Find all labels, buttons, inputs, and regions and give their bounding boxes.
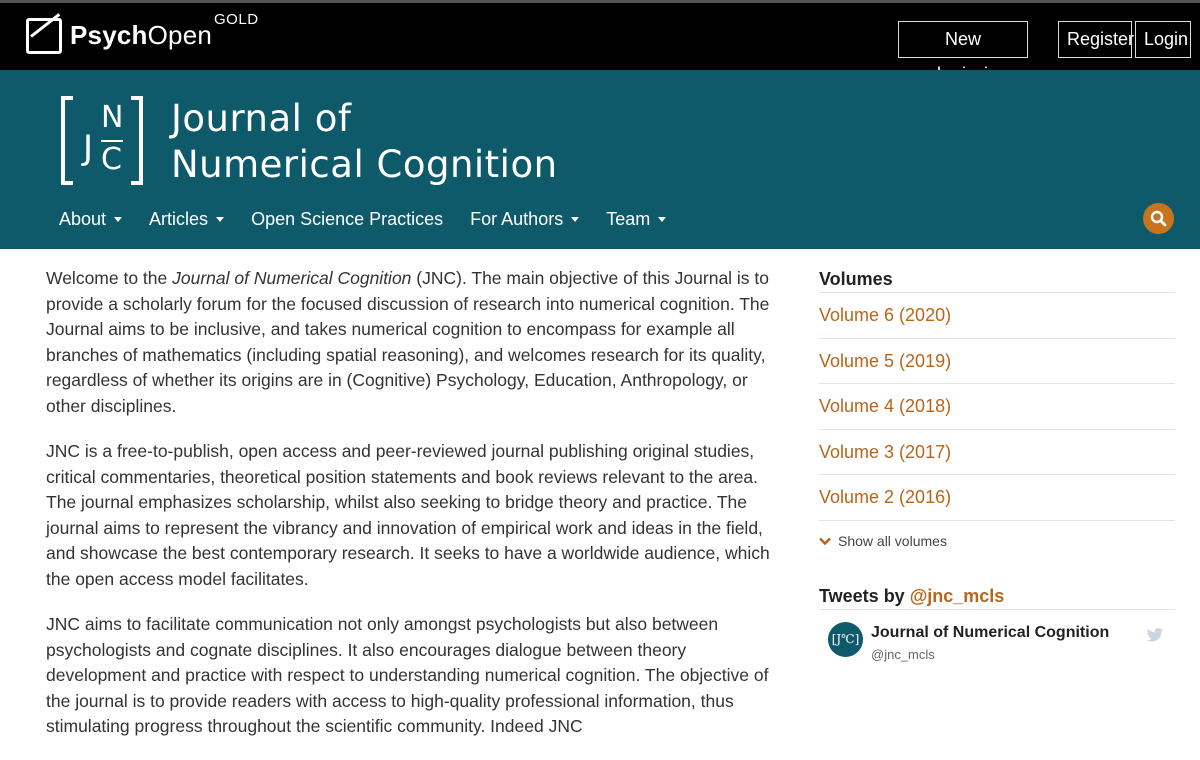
intro-paragraph-3: JNC aims to facilitate communication not… (46, 614, 769, 736)
volume-link[interactable]: Volume 2 (2016) (819, 475, 1175, 521)
main-nav: About Articles Open Science Practices Fo… (59, 209, 693, 230)
journal-name-emphasis: Journal of Numerical Cognition (172, 268, 412, 288)
twitter-timeline: [J℃] Journal of Numerical Cognition @jnc… (819, 610, 1175, 680)
logo-letter-c: C (101, 142, 122, 177)
volume-link[interactable]: Volume 4 (2018) (819, 384, 1175, 430)
chevron-down-icon (658, 217, 667, 222)
brand-name: PsychOpen (70, 20, 213, 50)
volumes-heading: Volumes (819, 266, 1175, 293)
twitter-bird-icon[interactable] (1146, 627, 1164, 643)
nav-articles[interactable]: Articles (149, 209, 225, 230)
show-all-volumes-label: Show all volumes (838, 532, 947, 549)
twitter-handle-link[interactable]: @jnc_mcls (910, 586, 1005, 606)
login-button[interactable]: Login (1135, 21, 1191, 58)
psychopen-logo[interactable]: PsychOpen GOLD (26, 11, 259, 54)
logo-bracket-left (61, 96, 73, 185)
logo-bracket-right (131, 96, 143, 185)
journal-title-line2: Numerical Cognition (171, 143, 558, 186)
volume-link[interactable]: Volume 5 (2019) (819, 339, 1175, 384)
nav-team[interactable]: Team (606, 209, 667, 230)
brand-tier: GOLD (214, 11, 259, 28)
journal-title-line1: Journal of (171, 97, 352, 140)
sidebar: Volumes Volume 6 (2020) Volume 5 (2019) … (819, 266, 1175, 680)
nav-about-label: About (59, 209, 107, 229)
main-content: Welcome to the Journal of Numerical Cogn… (46, 266, 786, 760)
tweet-author-name[interactable]: Journal of Numerical Cognition (871, 624, 1109, 642)
logo-letter-j: J (83, 128, 94, 168)
journal-header: J N C Journal of Numerical Cognition Abo… (0, 70, 1200, 249)
nav-about[interactable]: About (59, 209, 123, 230)
nav-open-science-label: Open Science Practices (251, 209, 444, 229)
volume-link[interactable]: Volume 6 (2020) (819, 293, 1175, 339)
chevron-down-icon (114, 217, 123, 222)
journal-title[interactable]: Journal of Numerical Cognition (171, 96, 558, 188)
chevron-down-icon (819, 537, 831, 545)
nav-for-authors-label: For Authors (470, 209, 564, 229)
volume-link[interactable]: Volume 3 (2017) (819, 430, 1175, 475)
intro-paragraph-2: JNC is a free-to-publish, open access an… (46, 441, 770, 589)
top-navbar: PsychOpen GOLD New submission Register L… (0, 0, 1200, 84)
show-all-volumes-link[interactable]: Show all volumes (819, 531, 1175, 551)
tweet-author-handle[interactable]: @jnc_mcls (871, 647, 935, 662)
nav-for-authors[interactable]: For Authors (470, 209, 580, 230)
tweets-heading: Tweets by @jnc_mcls (819, 583, 1175, 610)
psychopen-logo-icon (26, 18, 62, 54)
search-button[interactable] (1143, 203, 1174, 234)
new-submission-button[interactable]: New submission (898, 21, 1028, 84)
jnc-logo[interactable]: J N C (61, 96, 143, 185)
chevron-down-icon (216, 217, 225, 222)
register-button[interactable]: Register (1058, 21, 1134, 58)
logo-letter-n: N (101, 100, 124, 135)
chevron-down-icon (571, 217, 580, 222)
avatar[interactable]: [J℃] (828, 621, 863, 657)
nav-open-science-practices[interactable]: Open Science Practices (251, 209, 443, 230)
nav-articles-label: Articles (149, 209, 209, 229)
search-icon (1150, 210, 1167, 227)
volume-list: Volume 6 (2020) Volume 5 (2019) Volume 4… (819, 293, 1175, 521)
nav-team-label: Team (606, 209, 651, 229)
intro-paragraph-1: Welcome to the Journal of Numerical Cogn… (46, 268, 770, 416)
